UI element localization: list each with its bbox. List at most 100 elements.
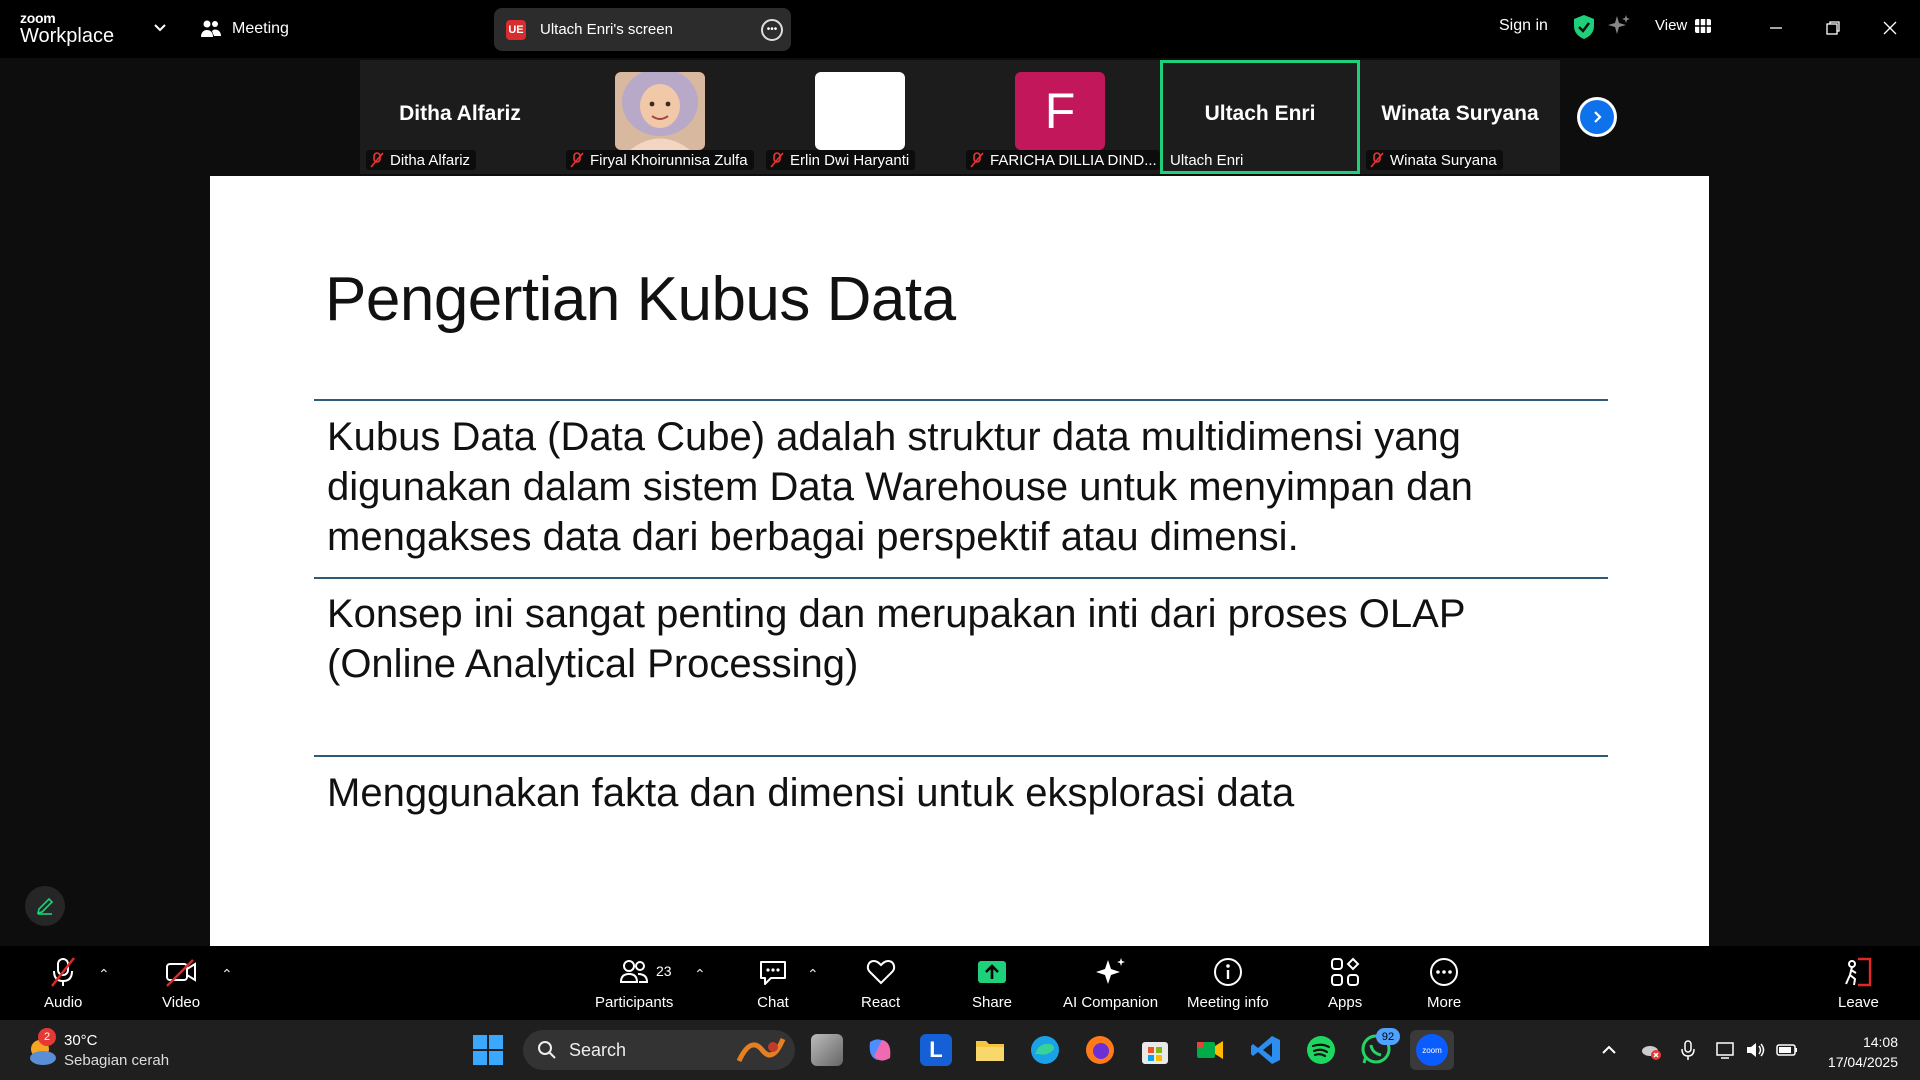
info-icon (1213, 958, 1242, 986)
audio-options-caret[interactable]: ⌃ (98, 966, 110, 983)
microphone-icon[interactable] (1677, 1039, 1699, 1061)
participants-icon (620, 960, 649, 983)
copilot-icon[interactable] (864, 1034, 896, 1066)
cloud-sync-error-icon[interactable] (1640, 1039, 1662, 1061)
participants-icon (201, 20, 221, 37)
more-options-icon[interactable]: ••• (761, 19, 783, 41)
leave-button[interactable]: Leave (1838, 956, 1879, 1011)
mic-muted-icon (370, 152, 384, 168)
meeting-toolbar: Audio ⌃ Video ⌃ Participants 23 ⌃ Chat ⌃… (0, 946, 1920, 1020)
network-icon[interactable] (1715, 1039, 1737, 1061)
battery-icon[interactable] (1776, 1039, 1798, 1061)
participants-options-caret[interactable]: ⌃ (694, 966, 706, 983)
audio-button[interactable]: Audio (44, 956, 82, 1011)
more-button[interactable]: More (1427, 956, 1461, 1011)
participant-big-name: Ultach Enri (1204, 102, 1316, 125)
participant-nameplate: Erlin Dwi Haryanti (766, 150, 916, 170)
meeting-info-label: Meeting info (1187, 994, 1269, 1011)
microsoft-store-icon[interactable] (1139, 1034, 1171, 1066)
participant-nameplate: Ditha Alfariz (366, 150, 477, 170)
meeting-info-button[interactable]: Meeting info (1187, 956, 1269, 1011)
meeting-menu-button[interactable]: Meeting (200, 14, 289, 44)
slide-title: Pengertian Kubus Data (325, 265, 956, 334)
share-screen-icon (978, 961, 1007, 983)
pencil-icon (36, 897, 54, 915)
chat-options-caret[interactable]: ⌃ (807, 966, 819, 983)
video-button[interactable]: Video (162, 956, 200, 1011)
restore-icon (1826, 21, 1840, 35)
minimize-button[interactable] (1762, 14, 1790, 42)
participant-tile[interactable]: Ditha Alfariz Ditha Alfariz (360, 60, 560, 174)
participant-tile[interactable]: Firyal Khoirunnisa Zulfa (560, 60, 760, 174)
shield-check-icon[interactable] (1572, 14, 1596, 40)
participant-name: Firyal Khoirunnisa Zulfa (590, 151, 748, 169)
taskbar-search[interactable]: Search (523, 1030, 795, 1070)
sparkle-icon[interactable] (1607, 14, 1631, 38)
participant-tile[interactable]: F FARICHA DILLIA DIND... (960, 60, 1160, 174)
edge-browser-icon[interactable] (1029, 1034, 1061, 1066)
view-button[interactable]: View (1655, 17, 1712, 34)
sign-in-link[interactable]: Sign in (1499, 17, 1548, 35)
mic-muted-icon (1370, 152, 1384, 168)
chevron-right-icon (1580, 100, 1614, 134)
weather-temperature: 30°C (64, 1032, 98, 1049)
clock-time: 14:08 (1862, 1034, 1898, 1050)
participant-nameplate: Firyal Khoirunnisa Zulfa (566, 150, 754, 170)
participant-nameplate: Winata Suryana (1366, 150, 1503, 170)
chevron-up-icon[interactable] (1598, 1039, 1620, 1061)
task-view-icon[interactable] (811, 1034, 843, 1066)
apps-icon (1331, 957, 1360, 986)
participant-video-blank (815, 72, 905, 150)
slide-paragraph: Konsep ini sangat penting dan merupakan … (327, 592, 1465, 686)
heart-icon (866, 959, 895, 985)
weather-alert-badge: 2 (38, 1028, 56, 1046)
video-label: Video (162, 994, 201, 1011)
participants-count: 23 (656, 963, 672, 979)
system-clock[interactable]: 14:08 17/04/2025 (1828, 1032, 1898, 1072)
participant-initial-avatar: F (1015, 72, 1105, 150)
participant-tile[interactable]: Erlin Dwi Haryanti (760, 60, 960, 174)
ai-companion-button[interactable]: AI Companion (1063, 956, 1158, 1011)
firefox-icon[interactable] (1084, 1034, 1116, 1066)
start-button[interactable] (473, 1035, 503, 1070)
share-button[interactable]: Share (972, 956, 1012, 1011)
l-app-icon[interactable]: L (920, 1034, 952, 1066)
volume-icon[interactable] (1745, 1039, 1767, 1061)
participant-nameplate: FARICHA DILLIA DIND... (966, 150, 1160, 170)
weather-description: Sebagian cerah (64, 1052, 170, 1069)
participant-tile[interactable]: Winata Suryana Winata Suryana (1360, 60, 1560, 174)
zoom-brand-workplace: Workplace (20, 25, 115, 47)
participant-name: Ditha Alfariz (390, 151, 471, 169)
spotify-icon[interactable] (1305, 1034, 1337, 1066)
search-highlight-icon (736, 1038, 786, 1063)
restore-button[interactable] (1819, 14, 1847, 42)
meeting-label: Meeting (232, 20, 289, 37)
zoom-taskbar-active[interactable]: zoom (1410, 1030, 1454, 1070)
participant-tile-active-speaker[interactable]: Ultach Enri Ultach Enri (1160, 60, 1360, 174)
presenter-badge: UE (506, 19, 526, 40)
clock-date: 17/04/2025 (1827, 1054, 1898, 1070)
search-icon (538, 1041, 556, 1059)
mic-muted-icon (970, 152, 984, 168)
participant-photo (615, 72, 705, 150)
chat-button[interactable]: Chat (757, 956, 789, 1011)
next-page-button[interactable] (1577, 97, 1617, 137)
slide-paragraph: Menggunakan fakta dan dimensi untuk eksp… (327, 771, 1295, 815)
zoom-app-icon: zoom (1416, 1034, 1448, 1066)
apps-button[interactable]: Apps (1328, 956, 1362, 1011)
windows-taskbar: 2 30°C Sebagian cerah Search L 92 zoom 1… (0, 1020, 1920, 1080)
more-icon (1430, 958, 1459, 986)
chevron-down-icon[interactable] (150, 17, 170, 37)
react-button[interactable]: React (861, 956, 900, 1011)
screen-share-pill[interactable]: UE Ultach Enri's screen ••• (494, 8, 791, 51)
close-button[interactable] (1876, 14, 1904, 42)
video-off-icon (166, 959, 197, 987)
file-explorer-icon[interactable] (974, 1034, 1006, 1066)
annotate-button[interactable] (25, 886, 65, 926)
meet-app-icon[interactable] (1194, 1034, 1226, 1066)
vscode-icon[interactable] (1250, 1034, 1282, 1066)
video-options-caret[interactable]: ⌃ (221, 966, 233, 983)
share-label: Share (972, 994, 1013, 1011)
more-label: More (1427, 994, 1462, 1011)
participant-name: Ultach Enri (1170, 151, 1244, 169)
